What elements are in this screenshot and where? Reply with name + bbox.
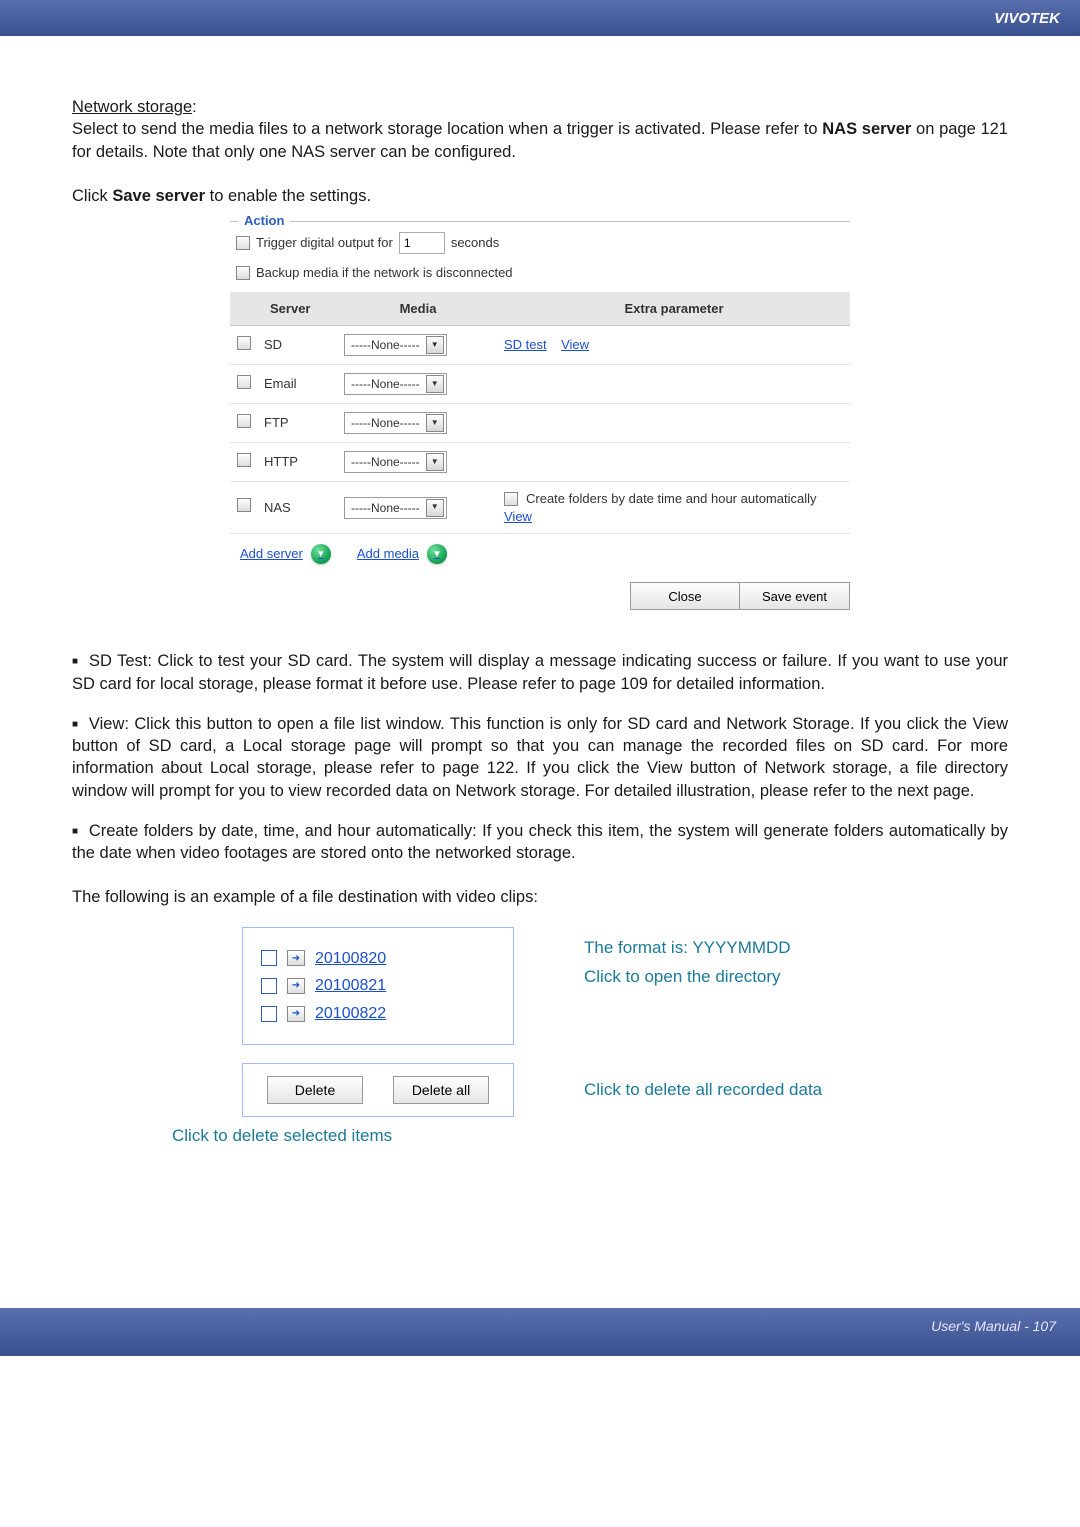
click-pre: Click — [72, 187, 112, 205]
email-checkbox[interactable] — [237, 375, 251, 389]
page-body: Network storage: Select to send the medi… — [0, 36, 1080, 1188]
server-sd: SD — [258, 326, 338, 365]
expand-icon[interactable]: ➜ — [287, 978, 305, 994]
table-row: SD -----None----- ▼ SD test View — [230, 326, 850, 365]
backup-media-checkbox[interactable] — [236, 266, 250, 280]
sd-media-select[interactable]: -----None----- ▼ — [344, 334, 447, 356]
sd-view-link[interactable]: View — [561, 337, 589, 352]
sd-checkbox[interactable] — [237, 336, 251, 350]
add-server-icon — [311, 544, 331, 564]
http-checkbox[interactable] — [237, 453, 251, 467]
table-row: FTP -----None----- ▼ — [230, 404, 850, 443]
anno-open: Click to open the directory — [584, 966, 822, 989]
footer-label: User's Manual - 107 — [931, 1318, 1056, 1334]
col-server: Server — [258, 292, 338, 326]
chevron-down-icon: ▼ — [426, 453, 444, 471]
delete-button[interactable]: Delete — [267, 1076, 363, 1104]
trigger-pre: Trigger digital output for — [256, 234, 393, 252]
intro-bold: NAS server — [822, 120, 911, 138]
server-nas: NAS — [258, 482, 338, 534]
server-email: Email — [258, 365, 338, 404]
action-panel: Action Trigger digital output for second… — [230, 221, 850, 610]
nas-autofolder-label: Create folders by date time and hour aut… — [526, 490, 817, 508]
trigger-post: seconds — [451, 234, 499, 252]
folder-checkbox[interactable] — [261, 978, 277, 994]
example-intro: The following is an example of a file de… — [72, 886, 1008, 908]
col-media: Media — [338, 292, 498, 326]
ftp-media-select[interactable]: -----None----- ▼ — [344, 412, 447, 434]
list-item: ➜ 20100821 — [261, 975, 473, 997]
trigger-seconds-input[interactable] — [399, 232, 445, 254]
close-button[interactable]: Close — [630, 582, 740, 610]
nas-media-select[interactable]: -----None----- ▼ — [344, 497, 447, 519]
chevron-down-icon: ▼ — [426, 336, 444, 354]
list-item: ➜ 20100822 — [261, 1003, 473, 1025]
server-http: HTTP — [258, 443, 338, 482]
ftp-checkbox[interactable] — [237, 414, 251, 428]
click-post: to enable the settings. — [210, 187, 371, 205]
chevron-down-icon: ▼ — [426, 414, 444, 432]
nas-checkbox[interactable] — [237, 498, 251, 512]
list-item: ➜ 20100820 — [261, 948, 473, 970]
delete-all-button[interactable]: Delete all — [393, 1076, 489, 1104]
server-table: Server Media Extra parameter SD -----Non… — [230, 292, 850, 535]
nas-view-link[interactable]: View — [504, 509, 532, 524]
email-media-select[interactable]: -----None----- ▼ — [344, 373, 447, 395]
anno-format: The format is: YYYYMMDD — [584, 937, 822, 960]
click-bold: Save server — [112, 187, 205, 205]
network-storage-heading: Network storage — [72, 98, 192, 116]
folder-list-box: ➜ 20100820 ➜ 20100821 ➜ 20100822 — [242, 927, 514, 1046]
bullet-create-folders: Create folders by date, time, and hour a… — [72, 820, 1008, 865]
http-media-select[interactable]: -----None----- ▼ — [344, 451, 447, 473]
action-legend: Action — [238, 212, 290, 230]
delete-box: Delete Delete all — [242, 1063, 514, 1117]
nas-autofolder-checkbox[interactable] — [504, 492, 518, 506]
backup-label: Backup media if the network is disconnec… — [256, 264, 513, 282]
table-row: HTTP -----None----- ▼ — [230, 443, 850, 482]
folder-link[interactable]: 20100822 — [315, 1003, 386, 1025]
folder-checkbox[interactable] — [261, 950, 277, 966]
expand-icon[interactable]: ➜ — [287, 1006, 305, 1022]
intro-text-pre: Select to send the media files to a netw… — [72, 120, 822, 138]
folder-link[interactable]: 20100821 — [315, 975, 386, 997]
anno-delete-all: Click to delete all recorded data — [584, 1079, 822, 1102]
trigger-output-checkbox[interactable] — [236, 236, 250, 250]
folder-link[interactable]: 20100820 — [315, 948, 386, 970]
add-media-link[interactable]: Add media — [357, 544, 447, 564]
save-event-button[interactable]: Save event — [740, 582, 850, 610]
col-extra: Extra parameter — [498, 292, 850, 326]
table-row: Email -----None----- ▼ — [230, 365, 850, 404]
page-header: VIVOTEK — [0, 0, 1080, 36]
bullet-sd-test: SD Test: Click to test your SD card. The… — [72, 650, 1008, 695]
bullet-view: View: Click this button to open a file l… — [72, 713, 1008, 802]
anno-delete-selected: Click to delete selected items — [172, 1125, 1008, 1148]
add-server-link[interactable]: Add server — [240, 544, 331, 564]
brand-label: VIVOTEK — [994, 10, 1060, 27]
expand-icon[interactable]: ➜ — [287, 950, 305, 966]
table-row: NAS -----None----- ▼ Create folders by d… — [230, 482, 850, 534]
page-footer: User's Manual - 107 — [0, 1308, 1080, 1356]
sd-test-link[interactable]: SD test — [504, 337, 547, 352]
chevron-down-icon: ▼ — [426, 499, 444, 517]
add-media-icon — [427, 544, 447, 564]
server-ftp: FTP — [258, 404, 338, 443]
chevron-down-icon: ▼ — [426, 375, 444, 393]
folder-checkbox[interactable] — [261, 1006, 277, 1022]
